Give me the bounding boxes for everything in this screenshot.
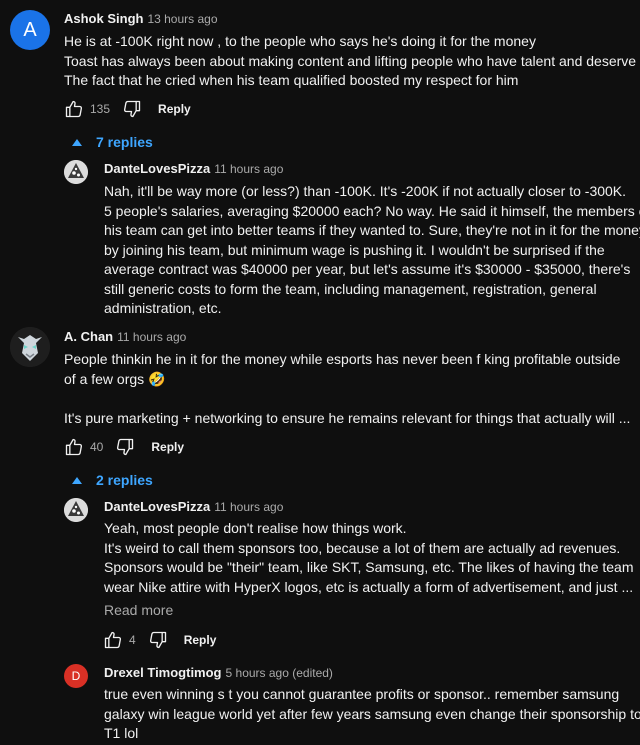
comment-line [64, 389, 630, 409]
chevron-up-icon [72, 138, 82, 146]
comment-author[interactable]: A. Chan [64, 329, 113, 344]
replies-toggle[interactable]: 2 replies [72, 472, 153, 488]
replies-toggle-label: 2 replies [96, 472, 153, 488]
avatar[interactable] [10, 327, 50, 367]
comment-line: The fact that he cried when his team qua… [64, 72, 519, 88]
comment-text: He is at -100K right now , to the people… [64, 32, 640, 91]
comment-line: administration, etc. [104, 300, 222, 316]
comment-time[interactable]: 11 hours ago [117, 330, 186, 344]
avatar[interactable]: D [64, 664, 88, 688]
like-count: 135 [90, 102, 111, 116]
comment-line: still generic costs to form the team, in… [104, 280, 597, 297]
comment-author[interactable]: Ashok Singh [64, 11, 143, 26]
comment-header: DanteLovesPizza 11 hours ago [104, 160, 283, 178]
comment-line: his team can get into better teams if th… [104, 222, 640, 238]
comment-header: A. Chan 11 hours ago [64, 328, 186, 346]
comment-line: People thinkin he in it for the money wh… [64, 351, 621, 367]
comment-line: It's pure marketing + networking to ensu… [64, 409, 631, 426]
comment-text: true even winning s t you cannot guarant… [104, 685, 640, 744]
replies-toggle[interactable]: 7 replies [72, 134, 153, 150]
replies-toggle-label: 7 replies [96, 134, 153, 150]
comment-line: true even winning s t you cannot guarant… [104, 686, 620, 702]
comment-line: T1 lol [104, 725, 139, 741]
comment-line: by joining his team, but minimum wage is… [104, 241, 605, 258]
read-more-link[interactable]: Read more [104, 602, 173, 618]
thumbs-down-icon[interactable] [115, 437, 135, 457]
pizza-avatar-icon [64, 498, 88, 522]
avatar[interactable] [64, 498, 88, 522]
thumbs-up-icon[interactable] [64, 437, 84, 457]
comment-actions: 135 Reply [64, 98, 191, 120]
comment-line: Yeah, most people don't realise how thin… [104, 520, 407, 536]
thumbs-down-icon[interactable] [122, 99, 142, 119]
comment-actions: 4 Reply [103, 629, 216, 651]
comment-time[interactable]: 11 hours ago [214, 162, 283, 176]
comment-line: He is at -100K right now , to the people… [64, 33, 536, 49]
comment-line: 5 people's salaries, averaging $20000 ea… [104, 202, 640, 219]
comment-author[interactable]: DanteLovesPizza [104, 499, 210, 514]
comment-line: Sponsors would be "their" team, like SKT… [104, 559, 634, 575]
pizza-avatar-icon [64, 160, 88, 184]
comment-author[interactable]: DanteLovesPizza [104, 161, 210, 176]
comment-header: Drexel Timogtimog 5 hours ago (edited) [104, 664, 333, 682]
thumbs-down-icon[interactable] [148, 630, 168, 650]
comment-line: of a few orgs 🤣 [64, 370, 166, 387]
avatar-letter: D [71, 669, 81, 683]
avatar[interactable] [64, 160, 88, 184]
comment-text: Yeah, most people don't realise how thin… [104, 519, 634, 597]
comment-header: DanteLovesPizza 11 hours ago [104, 498, 283, 516]
comment-line: wear Nike attire with HyperX logos, etc … [104, 578, 634, 595]
comment-time[interactable]: 5 hours ago (edited) [226, 666, 333, 680]
reply-button[interactable]: Reply [184, 633, 217, 647]
reply-button[interactable]: Reply [151, 440, 184, 454]
chevron-up-icon [72, 476, 82, 484]
comment-text: Nah, it'll be way more (or less?) than -… [104, 182, 640, 319]
comment-header: Ashok Singh 13 hours ago [64, 10, 218, 28]
comment-time[interactable]: 11 hours ago [214, 500, 283, 514]
thumbs-up-icon[interactable] [103, 630, 123, 650]
comment-line: It's weird to call them sponsors too, be… [104, 539, 621, 556]
thumbs-up-icon[interactable] [64, 99, 84, 119]
comment-author[interactable]: Drexel Timogtimog [104, 665, 222, 680]
avatar[interactable]: A [10, 10, 50, 50]
comment-line: galaxy win league world yet after few ye… [104, 705, 640, 722]
comment-actions: 40 Reply [64, 436, 184, 458]
comment-text: People thinkin he in it for the money wh… [64, 350, 630, 428]
robot-avatar-icon [10, 327, 50, 367]
like-count: 40 [90, 440, 104, 454]
comment-line: average contract was $40000 per year, bu… [104, 261, 631, 277]
comment-time[interactable]: 13 hours ago [147, 12, 217, 26]
reply-button[interactable]: Reply [158, 102, 191, 116]
like-count: 4 [129, 633, 136, 647]
avatar-letter: A [23, 18, 37, 41]
comment-line: Toast has always been about making conte… [64, 52, 640, 69]
comment-line: Nah, it'll be way more (or less?) than -… [104, 183, 627, 199]
